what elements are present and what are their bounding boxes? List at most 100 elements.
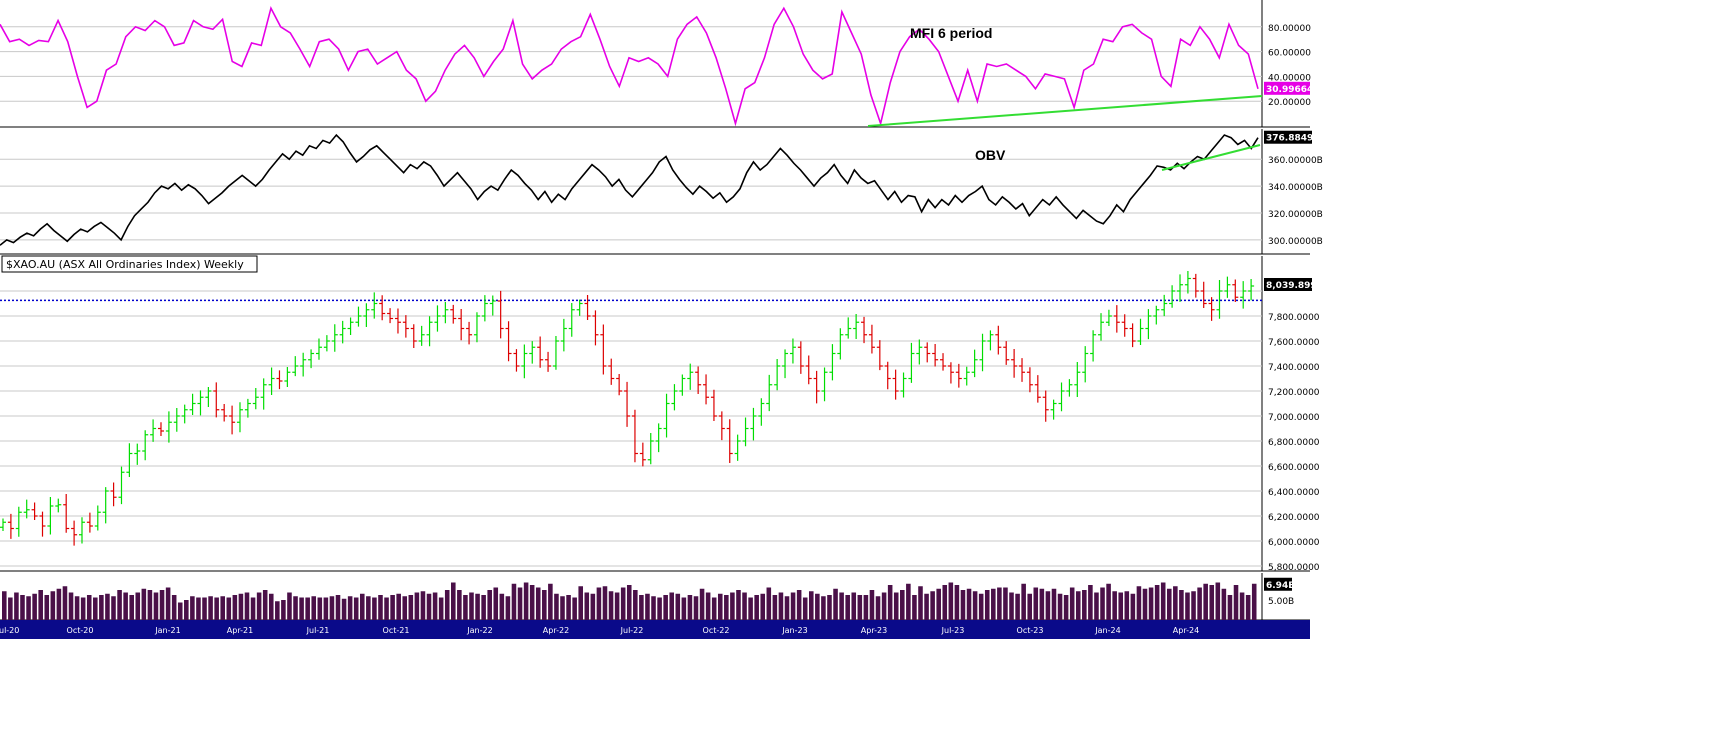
volume-bar: [554, 593, 559, 620]
ohlc-bar: [1192, 273, 1199, 298]
volume-bar: [881, 592, 887, 620]
mfi-tick-label: 60.00000: [1268, 49, 1311, 59]
volume-bar: [305, 597, 310, 620]
volume-bar: [378, 595, 383, 620]
ohlc-bar: [1003, 341, 1010, 365]
volume-bar: [566, 595, 571, 620]
ohlc-bar: [845, 317, 852, 339]
volume-bar: [493, 587, 499, 620]
volume-bar: [469, 592, 474, 620]
volume-bar: [451, 582, 456, 620]
volume-bar: [529, 585, 535, 620]
price-last-value: 8,039.8999: [1266, 281, 1323, 291]
ohlc-bar: [134, 443, 141, 465]
volume-bar: [426, 593, 432, 620]
ohlc-bar: [1066, 379, 1073, 397]
ohlc-bar: [1074, 362, 1081, 397]
ohlc-bar: [355, 306, 362, 327]
volume-bar: [517, 587, 523, 620]
volume-bar: [906, 583, 911, 620]
ohlc-bar: [608, 358, 615, 385]
volume-bar: [414, 592, 420, 620]
volume-bar: [960, 590, 966, 620]
volume-bar: [742, 592, 747, 620]
ohlc-bar: [315, 338, 322, 360]
ohlc-bar: [987, 330, 994, 351]
ohlc-bar: [126, 443, 133, 477]
volume-bar: [784, 596, 790, 620]
date-tick-label: Jan-21: [154, 626, 180, 635]
volume-bar: [572, 597, 577, 620]
mfi-last-value: 30.99664: [1266, 85, 1313, 95]
volume-bar: [238, 593, 244, 620]
ohlc-bar: [110, 482, 117, 507]
ohlc-bar: [173, 408, 180, 432]
ohlc-bar: [1161, 294, 1168, 317]
volume-bar: [821, 596, 826, 620]
volume-bar: [523, 582, 529, 620]
ohlc-bar: [600, 324, 607, 375]
volume-bar: [341, 598, 347, 620]
price-panel: 7,800.0000 7,600.0000 7,400.0000 7,200.0000…: [0, 256, 1323, 573]
price-tick-label: 7,000.0000: [1268, 413, 1320, 423]
volume-bar: [724, 595, 729, 620]
volume-bar: [1148, 587, 1154, 620]
obv-trendline: [1161, 144, 1261, 171]
price-tick-label: 7,800.0000: [1268, 313, 1320, 323]
ohlc-bar: [868, 324, 875, 354]
volume-bar: [675, 593, 681, 620]
volume-bar: [1118, 592, 1124, 620]
ohlc-bar: [94, 505, 101, 531]
volume-bar: [105, 593, 110, 620]
date-tick-label: Apr-24: [1173, 626, 1199, 635]
ohlc-bar: [924, 342, 931, 363]
ohlc-bar: [197, 390, 204, 416]
ohlc-bar: [695, 366, 702, 394]
mfi-tick-label: 20.00000: [1268, 98, 1311, 108]
ohlc-bar: [189, 393, 196, 415]
volume-bar: [1136, 586, 1142, 620]
ohlc-bar: [955, 363, 962, 388]
date-tick-label: Jul-23: [941, 626, 965, 635]
volume-bar: [317, 597, 323, 620]
ohlc-bar: [150, 419, 157, 442]
volume-bar: [687, 595, 693, 620]
volume-bar: [893, 592, 899, 620]
volume-bar: [669, 592, 675, 620]
volume-bar: [153, 592, 159, 620]
volume-bar: [900, 590, 905, 620]
volume-bar: [56, 588, 62, 620]
ohlc-bar: [916, 339, 923, 365]
volume-bar: [657, 597, 662, 620]
volume-bar: [560, 596, 565, 620]
volume-bar: [184, 600, 189, 620]
volume-bar: [548, 583, 553, 620]
volume-bar: [177, 602, 183, 620]
volume-bar: [1227, 595, 1233, 620]
date-tick-label: Jul-21: [306, 626, 330, 635]
ohlc-bar: [363, 303, 370, 327]
volume-bar: [808, 591, 814, 620]
volume-bar: [1021, 583, 1026, 620]
ohlc-bar: [529, 341, 536, 364]
volume-bar: [991, 588, 996, 620]
ohlc-bar: [631, 409, 638, 463]
volume-bar: [1094, 592, 1099, 620]
volume-bar: [736, 590, 741, 620]
ohlc-bar: [671, 384, 678, 411]
obv-tick-label: 340.00000B: [1268, 183, 1323, 193]
ohlc-bar: [576, 299, 583, 316]
ohlc-bar: [489, 295, 496, 316]
volume-bar: [766, 587, 772, 620]
volume-bar: [141, 588, 147, 620]
ohlc-bar: [78, 517, 85, 544]
volume-bar: [475, 593, 480, 620]
volume-bar: [966, 588, 972, 620]
ohlc-bar: [7, 513, 14, 539]
ohlc-bar: [1019, 358, 1026, 382]
ohlc-bar: [947, 362, 954, 384]
date-tick-label: Apr-23: [861, 626, 887, 635]
ohlc-bar: [276, 370, 283, 390]
ohlc-bar: [750, 407, 757, 441]
price-tick-label: 5,800.0000: [1268, 563, 1320, 573]
